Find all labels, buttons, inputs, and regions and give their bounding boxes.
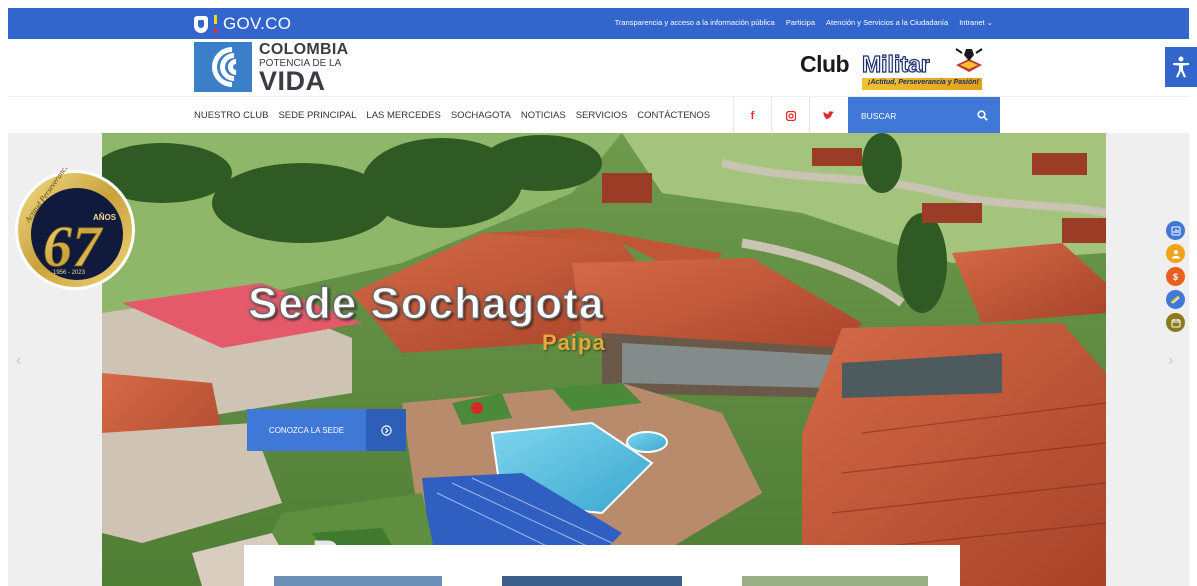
club-motto: ¡Actitud, Perseverancia y Pasión! bbox=[868, 79, 979, 86]
colombia-potencia-logo[interactable]: COLOMBIA POTENCIA DE LA VIDA bbox=[194, 42, 349, 95]
calendar-icon[interactable] bbox=[1166, 313, 1185, 332]
arrow-right-circle-icon bbox=[366, 409, 406, 451]
hero-subtitle: Paipa bbox=[542, 330, 606, 355]
search-label: BUSCAR bbox=[861, 110, 897, 121]
militar-logo-word: Militar bbox=[861, 50, 930, 77]
instagram-icon[interactable] bbox=[771, 97, 809, 134]
colombia-logo-line3: VIDA bbox=[259, 66, 326, 96]
hero-title: Sede Sochagota bbox=[247, 278, 605, 328]
gov-link-transparencia[interactable]: Transparencia y acceso a la información … bbox=[615, 18, 775, 27]
nav-item-nuestro-club[interactable]: NUESTRO CLUB bbox=[194, 110, 268, 121]
gov-top-bar: GOV.CO Transparencia y acceso a la infor… bbox=[8, 8, 1189, 39]
gov-link-atencion[interactable]: Atención y Servicios a la Ciudadanía bbox=[826, 18, 948, 27]
service-thumb-3[interactable] bbox=[742, 576, 928, 586]
slider-next-icon[interactable]: › bbox=[1168, 352, 1173, 370]
gov-co-logo[interactable]: GOV.CO bbox=[194, 14, 291, 34]
anniversary-67-badge: Actitud Perseverancia Pasión 67 AÑOS 195… bbox=[15, 168, 135, 290]
nav-item-las-mercedes[interactable]: LAS MERCEDES bbox=[366, 110, 440, 121]
nav-menu: NUESTRO CLUB SEDE PRINCIPAL LAS MERCEDES… bbox=[194, 110, 710, 121]
nav-item-sochagota[interactable]: SOCHAGOTA bbox=[451, 110, 511, 121]
service-thumb-1[interactable] bbox=[274, 576, 442, 586]
floating-quick-links: $ bbox=[1166, 221, 1185, 332]
gov-co-text: GOV.CO bbox=[223, 14, 292, 33]
search-icon bbox=[977, 110, 988, 121]
badge-dates: 1956 - 2023 bbox=[53, 270, 86, 276]
colombia-wave-icon bbox=[194, 42, 252, 92]
accessibility-icon bbox=[1173, 56, 1189, 78]
conozca-la-sede-button[interactable]: CONOZCA LA SEDE bbox=[247, 409, 406, 451]
club-logo-word: Club bbox=[800, 51, 850, 77]
chart-icon[interactable] bbox=[1166, 221, 1185, 240]
nav-item-noticias[interactable]: NOTICIAS bbox=[521, 110, 566, 121]
dollar-icon[interactable]: $ bbox=[1166, 267, 1185, 286]
twitter-icon[interactable] bbox=[809, 97, 847, 134]
badge-years-label: AÑOS bbox=[93, 213, 117, 222]
colombia-logo-line1: COLOMBIA bbox=[259, 41, 349, 58]
flag-bar-icon bbox=[214, 15, 217, 33]
gov-link-participa[interactable]: Participa bbox=[786, 18, 815, 27]
facebook-icon[interactable]: f bbox=[733, 97, 771, 134]
social-links: f bbox=[733, 97, 847, 134]
main-nav: NUESTRO CLUB SEDE PRINCIPAL LAS MERCEDES… bbox=[8, 96, 1189, 134]
club-militar-logo[interactable]: Club Militar ¡Actitud, Perseverancia y P… bbox=[800, 45, 990, 91]
accessibility-button[interactable] bbox=[1165, 47, 1197, 87]
gov-links: Transparencia y acceso a la información … bbox=[615, 18, 993, 27]
nav-item-servicios[interactable]: SERVICIOS bbox=[576, 110, 628, 121]
hero-slider[interactable]: P Sede Sochagota Paipa CONOZCA LA SEDE bbox=[102, 133, 1106, 586]
gov-link-intranet[interactable]: Intranet ⌄ bbox=[959, 18, 993, 27]
colombia-seal-icon bbox=[194, 15, 208, 33]
conozca-button-label: CONOZCA LA SEDE bbox=[247, 409, 366, 451]
slider-prev-icon[interactable]: ‹ bbox=[16, 352, 21, 370]
logo-header: COLOMBIA POTENCIA DE LA VIDA Club Milita… bbox=[8, 39, 1189, 96]
user-icon[interactable] bbox=[1166, 244, 1185, 263]
nav-item-contactenos[interactable]: CONTÁCTENOS bbox=[637, 110, 710, 121]
link-icon[interactable] bbox=[1166, 290, 1185, 309]
club-emblem-icon bbox=[955, 48, 983, 72]
nav-item-sede-principal[interactable]: SEDE PRINCIPAL bbox=[278, 110, 356, 121]
search-button[interactable]: BUSCAR bbox=[848, 97, 1000, 134]
service-thumb-2[interactable] bbox=[502, 576, 682, 586]
hotel-aerial-image: P bbox=[102, 133, 1106, 586]
